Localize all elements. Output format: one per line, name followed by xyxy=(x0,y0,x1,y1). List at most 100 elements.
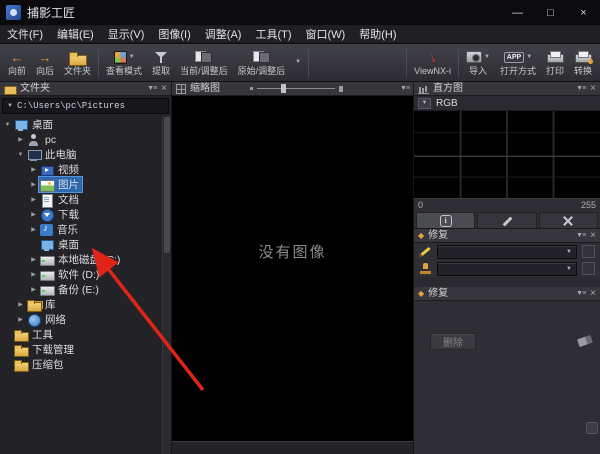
empty-message: 没有图像 xyxy=(172,241,413,262)
maximize-button[interactable]: □ xyxy=(534,0,567,25)
menu-item-0[interactable]: 文件(F) xyxy=(0,26,50,44)
print-button[interactable]: 打印 xyxy=(541,45,569,80)
panel-menu-icon[interactable]: ▼≡ xyxy=(147,85,156,92)
tree-item-label: 工具 xyxy=(32,327,53,342)
stamp-option-box[interactable] xyxy=(582,262,595,275)
open-with-button[interactable]: APP▼ 打开方式 xyxy=(495,45,541,80)
tree-item-label: 下载 xyxy=(58,207,79,222)
expander-icon[interactable]: ▶ xyxy=(28,166,39,173)
tree-item-label: 桌面 xyxy=(32,117,53,132)
expander-icon[interactable]: ▶ xyxy=(28,256,39,263)
panel-close-icon[interactable]: × xyxy=(590,84,596,94)
tree-item-downloads[interactable]: ▶ 下载 xyxy=(0,207,171,222)
menu-item-5[interactable]: 工具(T) xyxy=(248,26,298,44)
eraser-icon xyxy=(577,335,593,347)
delete-button[interactable]: 删除 xyxy=(430,333,476,350)
close-button[interactable]: × xyxy=(567,0,600,25)
expander-icon[interactable]: ▶ xyxy=(28,196,39,203)
compare-options-dropdown[interactable]: ▼ xyxy=(290,45,306,80)
menu-item-1[interactable]: 编辑(E) xyxy=(50,26,101,44)
menu-item-3[interactable]: 图像(I) xyxy=(151,26,197,44)
tree-item-pictures[interactable]: ▶图片 xyxy=(0,177,171,192)
menu-item-4[interactable]: 调整(A) xyxy=(198,26,249,44)
address-bar[interactable]: ▼ C:\Users\pc\Pictures xyxy=(2,98,169,114)
current-adjusted-button[interactable]: 当前/调整后 xyxy=(175,45,233,80)
channel-selector[interactable]: ▼ RGB xyxy=(414,96,600,111)
slider-track[interactable] xyxy=(257,88,335,89)
tree-item-pc-user[interactable]: ▶pc xyxy=(0,132,171,147)
viewnx-button[interactable]: ↓ ViewNX-i xyxy=(409,45,456,80)
original-adjusted-button[interactable]: 原始/调整后 xyxy=(233,45,291,80)
compare-icon xyxy=(195,51,212,63)
tab-info[interactable]: i xyxy=(416,212,475,228)
tree-item-content: 本地磁盘 (C:) xyxy=(39,252,123,267)
panel-grip[interactable] xyxy=(586,422,598,434)
computer-icon xyxy=(27,149,41,161)
dropdown-icon: ▼ xyxy=(526,54,532,60)
expander-icon[interactable]: ▶ xyxy=(15,316,26,323)
disk-icon xyxy=(40,269,54,281)
view-mode-label: 查看模式 xyxy=(106,67,142,76)
panel-close-icon[interactable]: × xyxy=(590,289,596,299)
panel-menu-icon[interactable]: ▼≡ xyxy=(576,290,585,297)
panel-close-icon[interactable]: × xyxy=(161,84,167,94)
scrollbar-thumb[interactable] xyxy=(164,117,170,253)
tree-item-disk-e[interactable]: ▶备份 (E:) xyxy=(0,282,171,297)
extract-button[interactable]: 提取 xyxy=(147,45,175,80)
tree-item-disk-c[interactable]: ▶本地磁盘 (C:) xyxy=(0,252,171,267)
menu-item-7[interactable]: 帮助(H) xyxy=(352,26,403,44)
panel-menu-icon[interactable]: ▼≡ xyxy=(400,85,409,92)
histogram-axis: 0 255 xyxy=(414,199,600,211)
tree-item-download-manager[interactable]: 下载管理 xyxy=(0,342,171,357)
tab-edit[interactable] xyxy=(477,212,536,228)
tree-item-music[interactable]: ▶音乐 xyxy=(0,222,171,237)
stamp-option-dropdown[interactable]: ▼ xyxy=(437,262,577,276)
tree-item-network[interactable]: ▶网络 xyxy=(0,312,171,327)
convert-button[interactable]: 转换 xyxy=(569,45,597,80)
tab-tools[interactable] xyxy=(539,212,598,228)
expander-icon[interactable]: ▶ xyxy=(28,181,39,188)
panel-menu-icon[interactable]: ▼≡ xyxy=(576,85,585,92)
forward-button[interactable]: → 向后 xyxy=(31,45,59,80)
tree-item-desktop-2[interactable]: 桌面 xyxy=(0,237,171,252)
tree-item-desktop[interactable]: ▼ 桌面 xyxy=(0,117,171,132)
diamond-icon: ◆ xyxy=(418,232,424,240)
tree-item-archives[interactable]: 压缩包 xyxy=(0,357,171,372)
tree-item-videos[interactable]: ▶视频 xyxy=(0,162,171,177)
camera-icon xyxy=(466,51,482,63)
expander-icon[interactable]: ▶ xyxy=(15,301,26,308)
minimize-button[interactable]: — xyxy=(501,0,534,25)
tree-item-tools[interactable]: 工具 xyxy=(0,327,171,342)
menu-item-2[interactable]: 显示(V) xyxy=(101,26,152,44)
import-button[interactable]: ▼ 导入 xyxy=(461,45,495,80)
convert-label: 转换 xyxy=(574,67,592,76)
menu-item-6[interactable]: 窗口(W) xyxy=(299,26,353,44)
address-dropdown-icon[interactable]: ▼ xyxy=(7,103,13,109)
tree-item-library[interactable]: ▶库 xyxy=(0,297,171,312)
slider-handle[interactable] xyxy=(281,84,286,93)
back-button[interactable]: ← 向前 xyxy=(3,45,31,80)
tree-item-this-pc[interactable]: ▼此电脑 xyxy=(0,147,171,162)
expander-icon[interactable]: ▼ xyxy=(15,152,26,158)
thumbnail-area[interactable]: 没有图像 xyxy=(172,96,413,441)
video-icon xyxy=(40,164,54,176)
brush-option-dropdown[interactable]: ▼ xyxy=(437,245,577,259)
thumbnail-panel: 缩略图 ▼≡ 没有图像 xyxy=(172,82,414,454)
import-label: 导入 xyxy=(469,67,487,76)
expander-icon[interactable]: ▶ xyxy=(28,226,39,233)
expander-icon[interactable]: ▶ xyxy=(28,286,39,293)
brush-option-box[interactable] xyxy=(582,245,595,258)
expander-icon[interactable]: ▶ xyxy=(28,271,39,278)
panel-close-icon[interactable]: × xyxy=(590,231,596,241)
expander-icon[interactable]: ▼ xyxy=(2,122,13,128)
tree-item-disk-d[interactable]: ▶软件 (D:) xyxy=(0,267,171,282)
folders-button[interactable]: 文件夹 xyxy=(59,45,96,80)
expander-icon[interactable]: ▶ xyxy=(15,136,26,143)
expander-icon[interactable]: ▶ xyxy=(28,211,39,218)
thumbnail-size-slider[interactable] xyxy=(250,86,343,92)
tree-scrollbar[interactable] xyxy=(162,115,171,454)
view-mode-button[interactable]: ▼ 查看模式 xyxy=(101,45,147,80)
panel-menu-icon[interactable]: ▼≡ xyxy=(576,232,585,239)
tree-item-documents[interactable]: ▶文档 xyxy=(0,192,171,207)
tree-item-label: 桌面 xyxy=(58,237,79,252)
